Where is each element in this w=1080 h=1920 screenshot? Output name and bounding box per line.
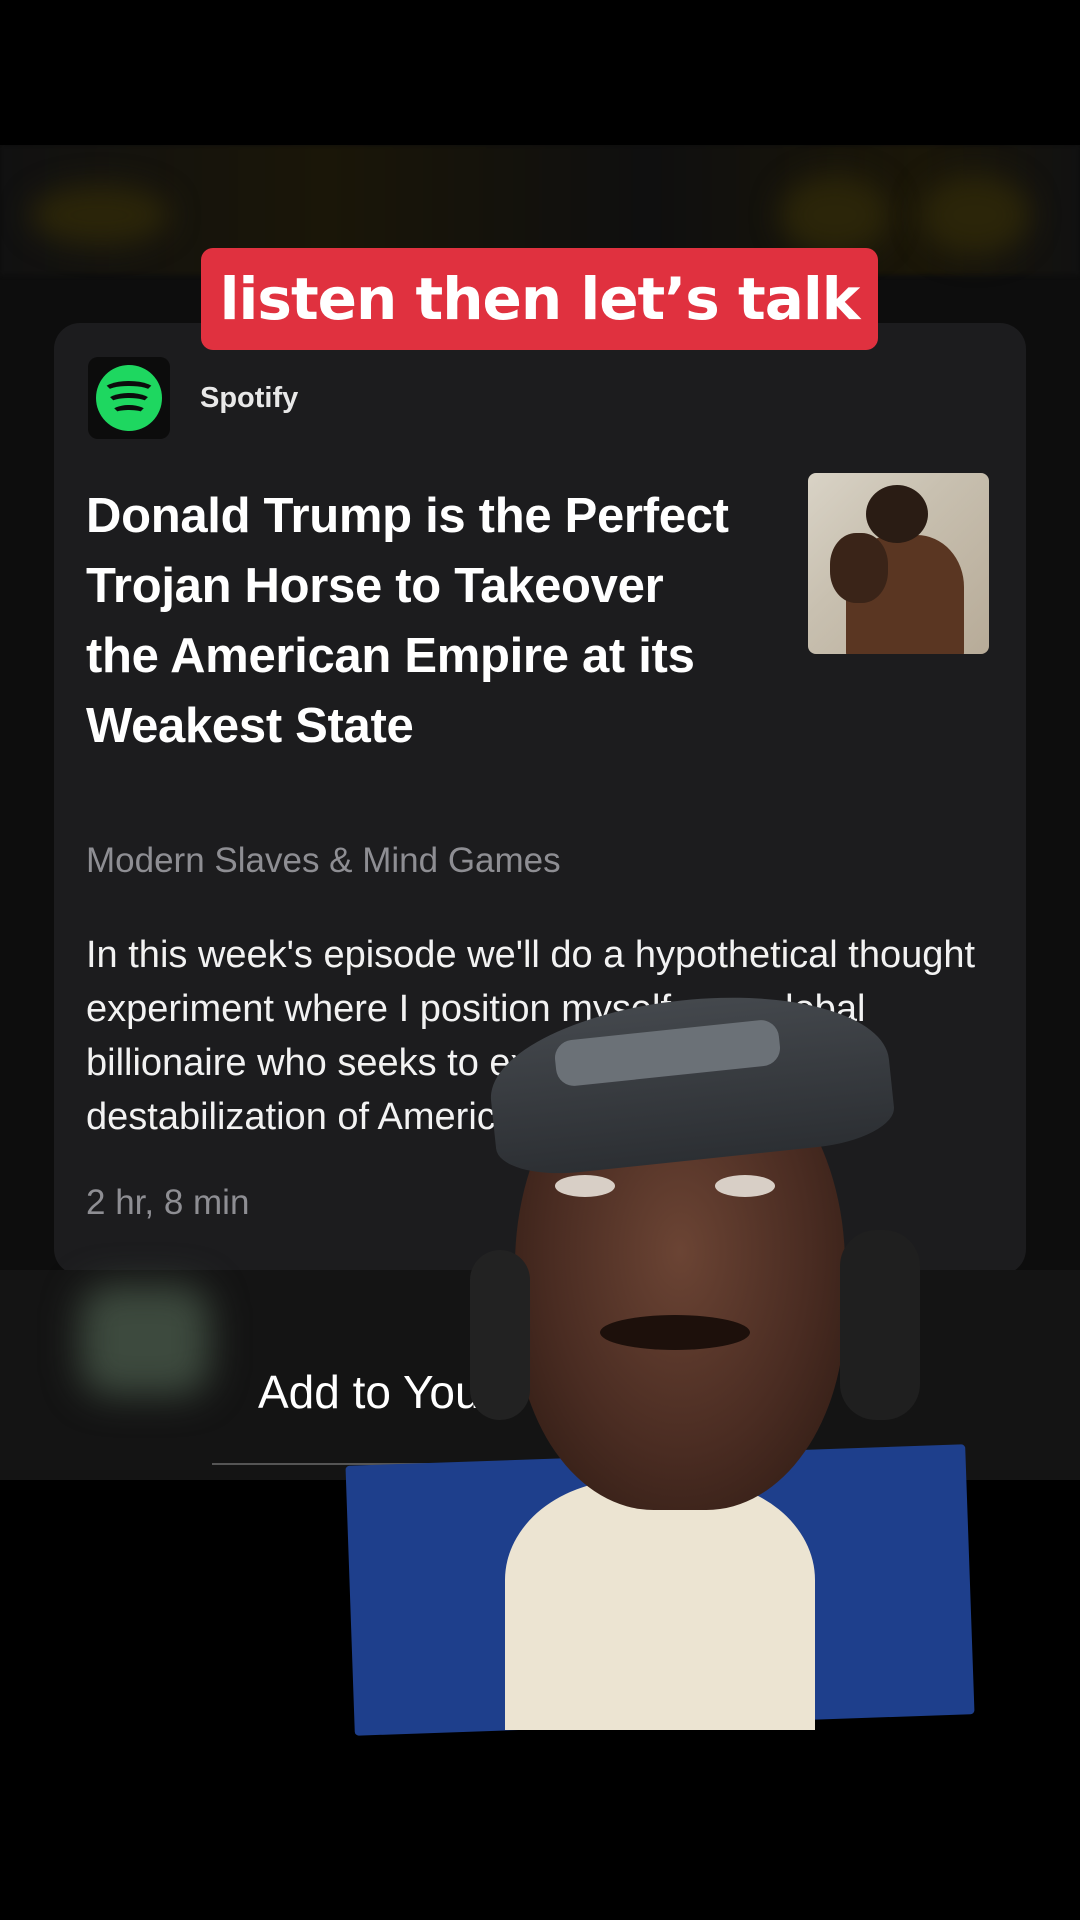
podcast-cover-art [808, 473, 989, 654]
show-name: Modern Slaves & Mind Games [86, 841, 561, 880]
blurred-element [780, 175, 890, 255]
blurred-app-icon [80, 1285, 210, 1395]
headphone-icon [840, 1230, 920, 1420]
headphone-icon [470, 1250, 530, 1420]
app-row: Spotify [88, 357, 298, 439]
app-name: Spotify [200, 381, 299, 414]
episode-duration: 2 hr, 8 min [86, 1183, 250, 1222]
spotify-logo-icon [88, 357, 170, 439]
episode-title: Donald Trump is the Perfect Trojan Horse… [86, 489, 729, 753]
blurred-element [920, 175, 1030, 255]
caption-text: listen then let’s talk [219, 265, 861, 333]
blurred-element [30, 185, 170, 245]
add-to-button[interactable]: Add to You [258, 1365, 481, 1419]
caption-banner: listen then let’s talk [201, 248, 878, 350]
